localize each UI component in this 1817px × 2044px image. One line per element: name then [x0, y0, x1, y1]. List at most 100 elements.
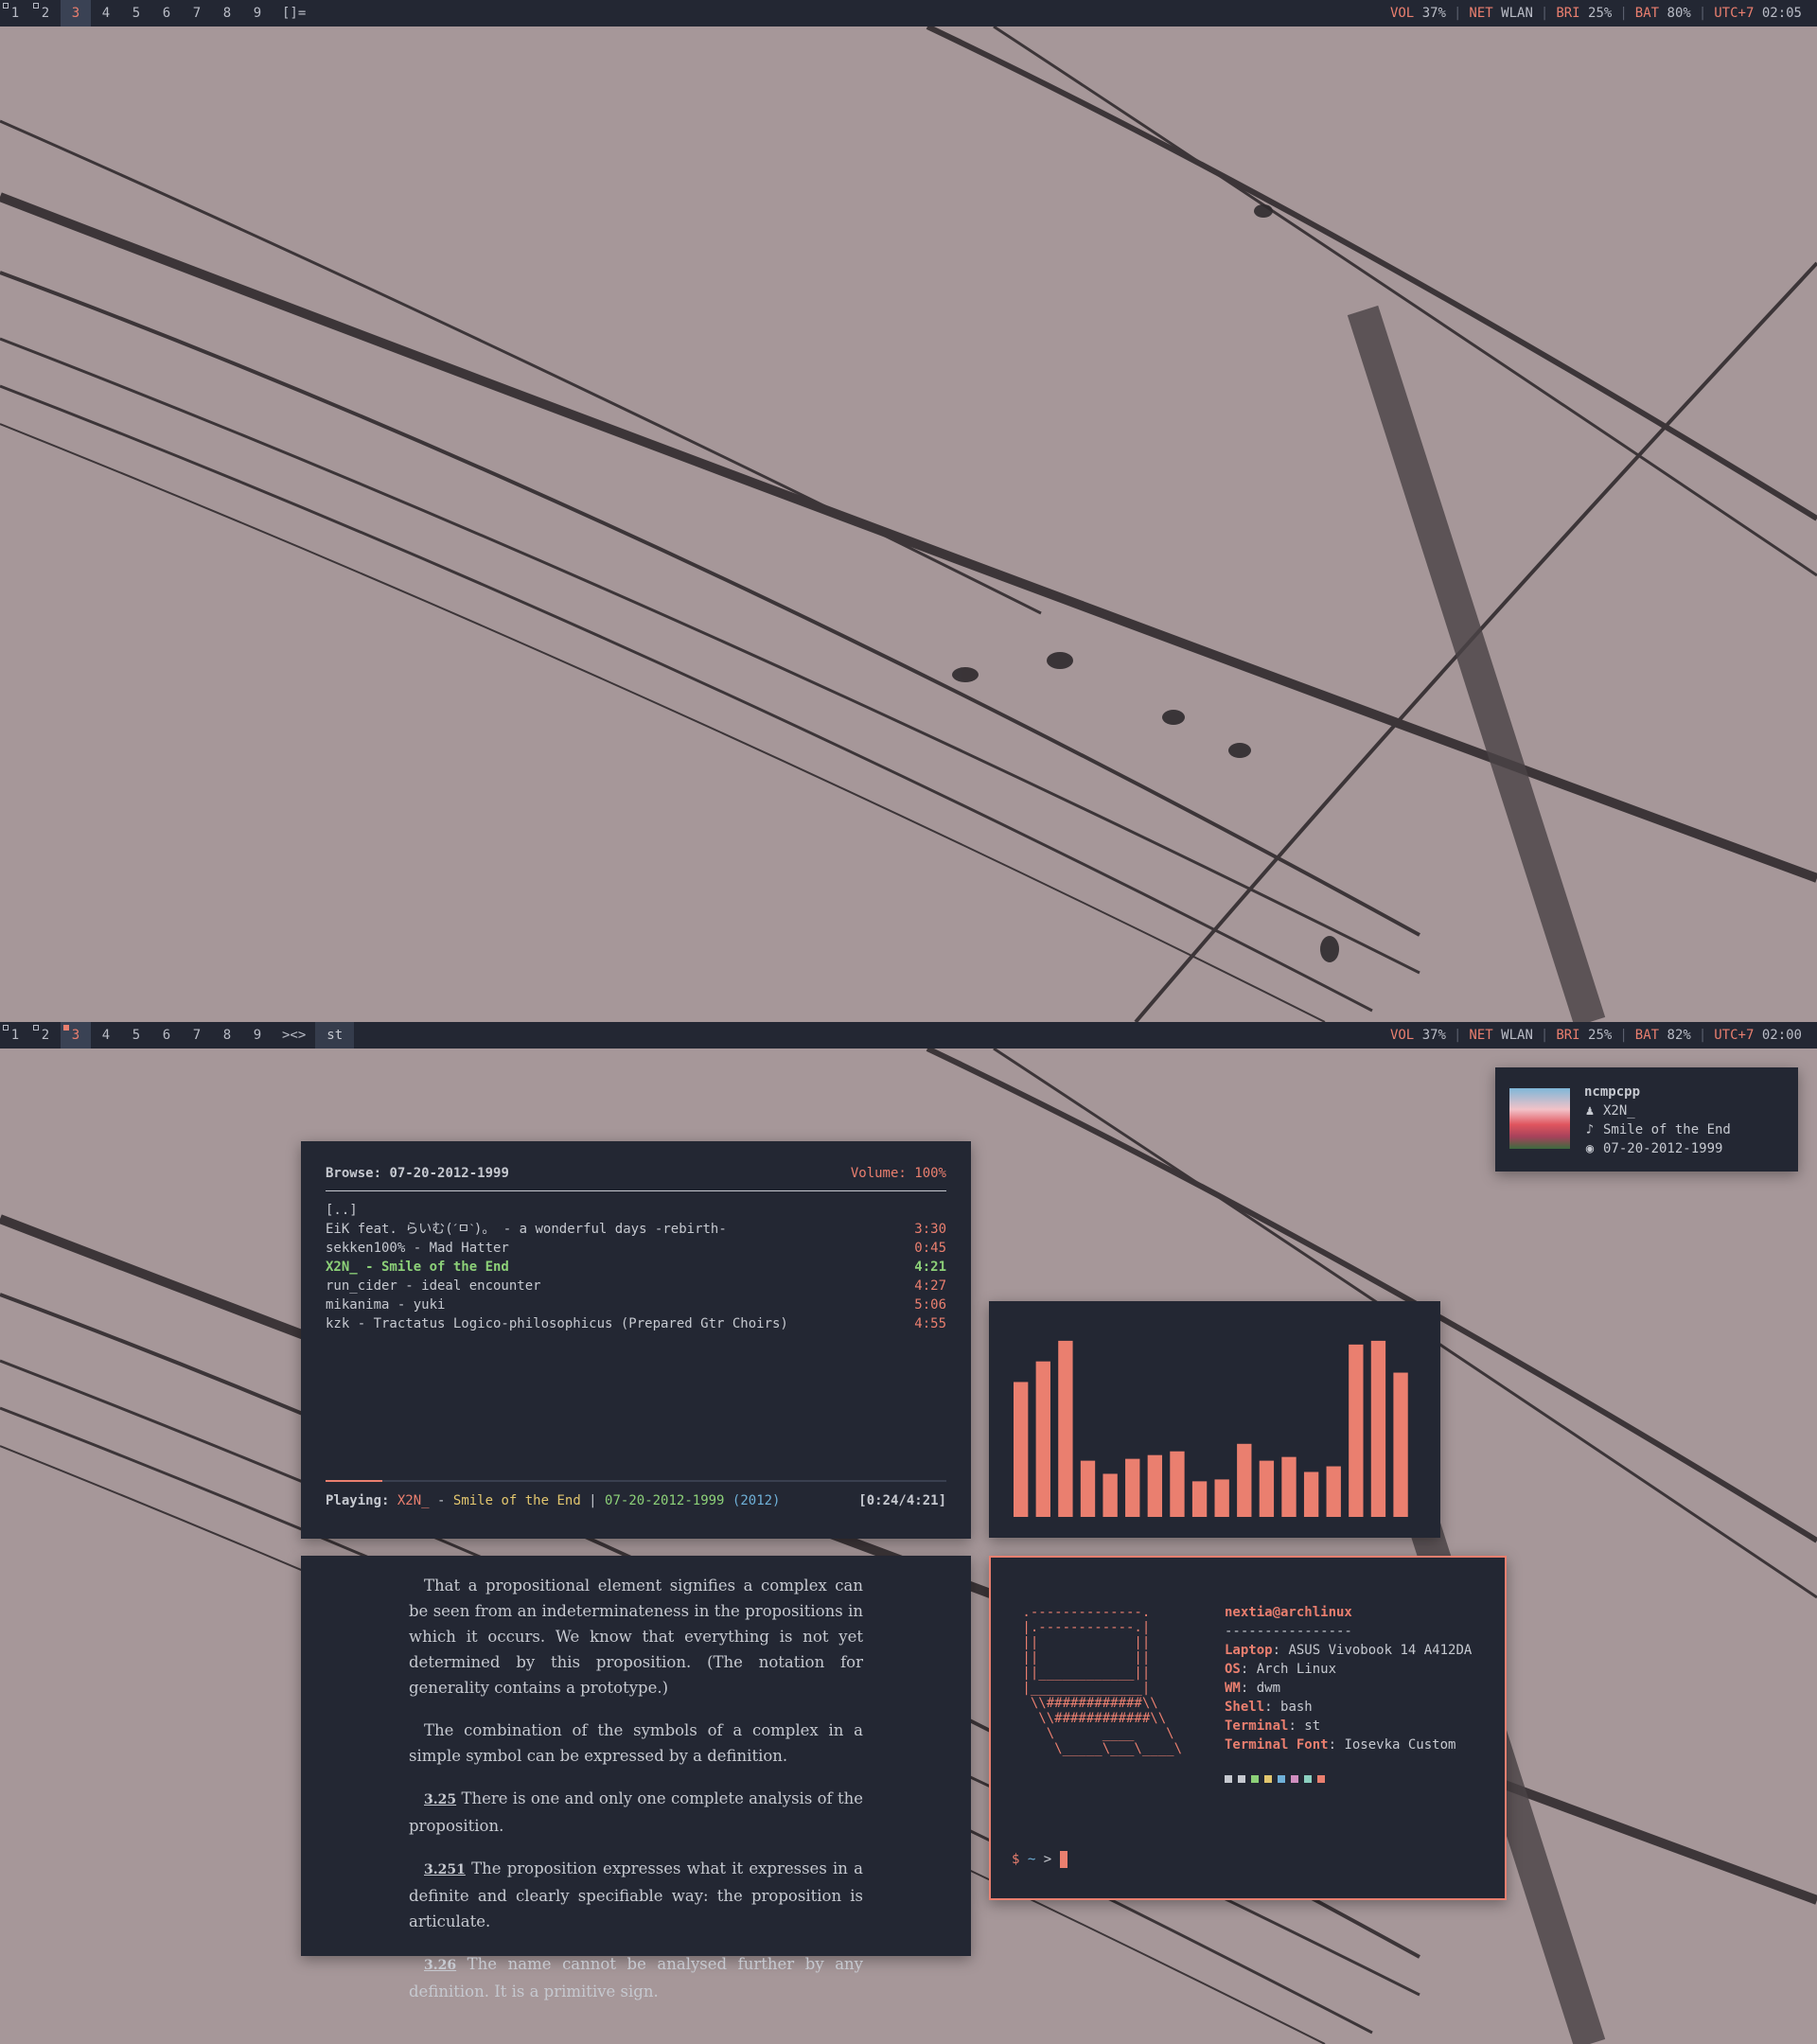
tag-list: 1 2 3 4 5 6 7 8 9	[0, 1022, 273, 1048]
palette-swatch	[1238, 1775, 1245, 1783]
visualizer-bar	[1303, 1471, 1319, 1517]
color-palette	[1225, 1775, 1472, 1783]
now-playing-notification[interactable]: ncmpcpp ♟ X2N_ ♪ Smile of the End ◉ 07-20-2…	[1495, 1067, 1798, 1172]
browse-path: 07-20-2012-1999	[389, 1166, 509, 1181]
ncmpcpp-window[interactable]: Browse: 07-20-2012-1999 Volume: 100% [..…	[301, 1141, 971, 1539]
brightness-status: BRI 25%	[1556, 6, 1613, 21]
status-text: VOL 37% | NET WLAN | BRI 25% | BAT 82% | UTC…	[1383, 1022, 1817, 1048]
track-row[interactable]: sekken100% - Mad Hatter 0:45	[326, 1239, 946, 1258]
tag-7[interactable]: 7	[182, 0, 212, 26]
volume-status: VOL 37%	[1389, 6, 1446, 21]
parent-directory[interactable]: [..]	[326, 1201, 946, 1220]
visualizer-bar	[1125, 1458, 1140, 1517]
paragraph: 3.25 There is one and only one complete …	[409, 1789, 863, 1835]
battery-status: BAT 80%	[1634, 6, 1691, 21]
info-terminal-font: Terminal Font: Iosevka Custom	[1225, 1737, 1456, 1753]
progress-bar[interactable]	[326, 1480, 946, 1482]
tag-2[interactable]: 2	[30, 1022, 61, 1048]
tag-1[interactable]: 1	[0, 1022, 30, 1048]
volume-label: Volume: 100%	[850, 1166, 946, 1181]
clock-status: UTC+7 02:00	[1714, 1028, 1802, 1043]
clock-status: UTC+7 02:05	[1714, 6, 1802, 21]
tag-7[interactable]: 7	[182, 1022, 212, 1048]
music-note-icon: ♪	[1585, 1122, 1595, 1137]
notification-album: ◉ 07-20-2012-1999	[1585, 1141, 1723, 1156]
info-os: OS: Arch Linux	[1225, 1662, 1337, 1677]
palette-swatch	[1264, 1775, 1272, 1783]
status-bar-bottom: 1 2 3 4 5 6 7 8 9 ><> st VOL 37% | NET WL…	[0, 1022, 1817, 1048]
notification-title: ncmpcpp	[1584, 1084, 1641, 1100]
disc-icon: ◉	[1585, 1141, 1595, 1156]
tag-5[interactable]: 5	[121, 0, 151, 26]
paragraph: 3.251 The proposition expresses what it …	[409, 1859, 863, 1930]
tag-1[interactable]: 1	[0, 0, 30, 26]
palette-swatch	[1291, 1775, 1298, 1783]
tag-6[interactable]: 6	[151, 1022, 182, 1048]
info-rule: ----------------	[1225, 1624, 1352, 1639]
tag-9[interactable]: 9	[242, 1022, 273, 1048]
visualizer-window	[989, 1301, 1440, 1538]
info-terminal: Terminal: st	[1225, 1718, 1321, 1734]
visualizer-bar	[1080, 1460, 1096, 1517]
terminal-window[interactable]: .--------------. |.------------.| || || …	[989, 1556, 1507, 1900]
album-cover	[1509, 1088, 1570, 1149]
elapsed-time: [0:24/4:21]	[858, 1493, 946, 1508]
user-host: nextia@archlinux	[1225, 1605, 1352, 1620]
track-row[interactable]: EiK feat. らいむ(ˊㅁˋ)。 - a wonderful days -…	[326, 1220, 946, 1239]
brightness-status: BRI 25%	[1556, 1028, 1613, 1043]
palette-swatch	[1317, 1775, 1325, 1783]
tag-4[interactable]: 4	[91, 1022, 121, 1048]
status-bar-top: 1 2 3 4 5 6 7 8 9 []= VOL 37% | NET WLAN |…	[0, 0, 1817, 26]
network-status: NET WLAN	[1469, 6, 1533, 21]
status-text: VOL 37% | NET WLAN | BRI 25% | BAT 80% | UTC…	[1383, 0, 1817, 26]
notification-artist: ♟ X2N_	[1585, 1103, 1635, 1119]
battery-status: BAT 82%	[1634, 1028, 1691, 1043]
palette-swatch	[1225, 1775, 1232, 1783]
tag-3[interactable]: 3	[61, 0, 91, 26]
visualizer-bar	[1326, 1466, 1341, 1517]
progress-fill	[326, 1480, 383, 1482]
paragraph: That a propositional element signifies a…	[409, 1577, 863, 1697]
tag-5[interactable]: 5	[121, 1022, 151, 1048]
visualizer-bar	[1237, 1443, 1252, 1517]
info-wm: WM: dwm	[1225, 1681, 1281, 1696]
tag-8[interactable]: 8	[212, 1022, 242, 1048]
visualizer-bar	[1259, 1460, 1275, 1517]
track-row[interactable]: kzk - Tractatus Logico-philosophicus (Pr…	[326, 1314, 946, 1333]
artist-icon: ♟	[1585, 1103, 1595, 1119]
track-list: [..] EiK feat. らいむ(ˊㅁˋ)。 - a wonderful d…	[326, 1201, 946, 1333]
text-cursor	[1059, 1851, 1067, 1868]
tag-3[interactable]: 3	[61, 1022, 91, 1048]
visualizer-bar	[1214, 1479, 1229, 1517]
palette-swatch	[1251, 1775, 1259, 1783]
track-row[interactable]: run_cider - ideal encounter 4:27	[326, 1277, 946, 1295]
track-row-current[interactable]: X2N_ - Smile of the End 4:21	[326, 1258, 946, 1277]
tag-list: 1 2 3 4 5 6 7 8 9	[0, 0, 273, 26]
shell-prompt[interactable]: $ ~ >	[1012, 1851, 1067, 1868]
visualizer-bar	[1349, 1344, 1364, 1517]
layout-indicator[interactable]: ><>	[273, 1028, 315, 1043]
network-status: NET WLAN	[1469, 1028, 1533, 1043]
info-laptop: Laptop: ASUS Vivobook 14 A412DA	[1225, 1643, 1473, 1658]
browse-header: Browse: 07-20-2012-1999 Volume: 100%	[326, 1166, 946, 1191]
wallpaper-power-lines	[0, 26, 1817, 1022]
track-row[interactable]: mikanima - yuki 5:06	[326, 1295, 946, 1314]
notification-song: ♪ Smile of the End	[1585, 1122, 1731, 1137]
visualizer-bar	[1103, 1473, 1118, 1517]
info-shell: Shell: bash	[1225, 1700, 1313, 1715]
visualizer-bar	[1035, 1361, 1050, 1517]
pdf-reader-window[interactable]: That a propositional element signifies a…	[301, 1556, 971, 2000]
visualizer-bar	[1058, 1340, 1073, 1517]
tag-8[interactable]: 8	[212, 0, 242, 26]
tag-6[interactable]: 6	[151, 0, 182, 26]
system-info: nextia@archlinux ---------------- Laptop…	[1225, 1603, 1472, 1783]
visualizer-bar	[1191, 1481, 1208, 1517]
layout-indicator[interactable]: []=	[273, 6, 315, 21]
visualizer-bar	[1014, 1382, 1029, 1517]
tag-9[interactable]: 9	[242, 0, 273, 26]
tag-2[interactable]: 2	[30, 0, 61, 26]
visualizer-bar	[1281, 1456, 1297, 1517]
visualizer-bar	[1393, 1372, 1408, 1517]
tag-4[interactable]: 4	[91, 0, 121, 26]
wallpaper-top	[0, 26, 1817, 1022]
